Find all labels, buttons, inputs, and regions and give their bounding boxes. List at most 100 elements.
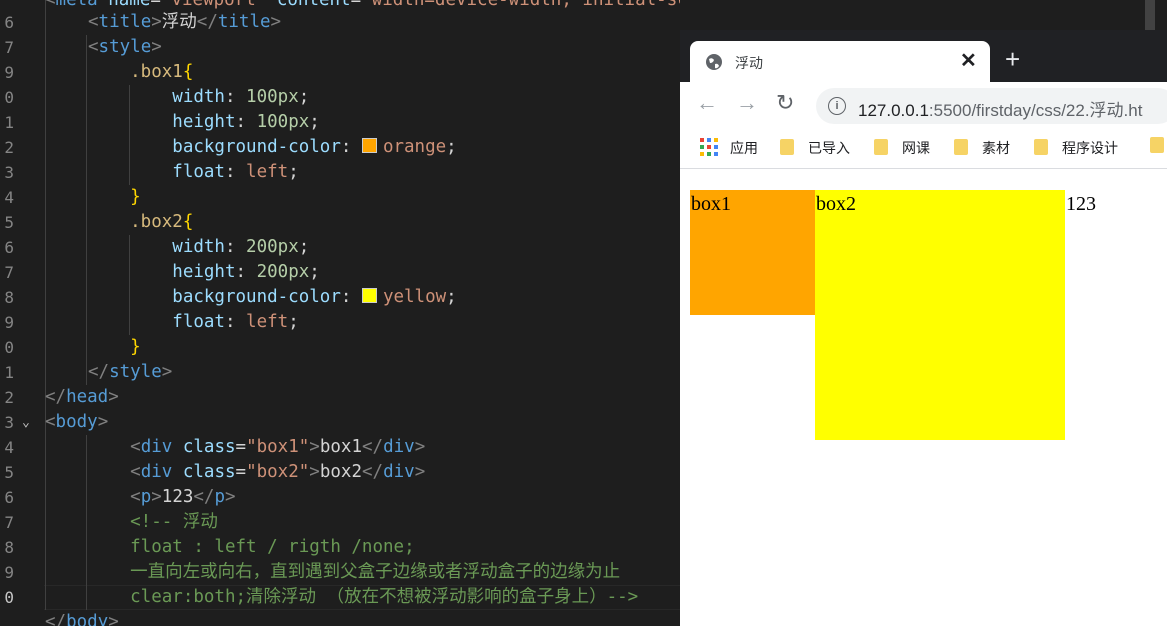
code-line[interactable]: 8 background-color: yellow; (0, 285, 680, 310)
code-text: height: 200px; (88, 260, 320, 285)
code-line[interactable]: 2 </head> (0, 385, 680, 410)
code-token: div (140, 437, 183, 457)
url-path: :5500/firstday/css/22.浮动.ht (928, 101, 1143, 120)
code-line[interactable]: 6 width: 200px; (0, 235, 680, 260)
code-line[interactable]: 9 .box1{ (0, 60, 680, 85)
code-token: p (140, 487, 152, 507)
line-number: 7 (4, 38, 14, 57)
code-token: </ (45, 612, 67, 626)
code-token: > (414, 462, 426, 482)
code-token: : (224, 87, 247, 107)
reload-icon[interactable]: ↻ (776, 90, 794, 116)
close-tab-icon[interactable]: ✕ (960, 48, 977, 73)
code-line[interactable]: 0 clear:both;清除浮动 （放在不想被浮动影响的盒子身上）--> (0, 585, 680, 610)
code-line[interactable]: 0 } (0, 335, 680, 360)
folder-icon (954, 139, 968, 156)
line-number: 8 (4, 538, 14, 557)
code-token: = (350, 0, 362, 10)
new-tab-button[interactable]: + (1005, 46, 1020, 72)
code-token: 浮动 (161, 12, 197, 32)
bookmark-folder-courses[interactable]: 网课 (874, 138, 930, 158)
tab-title: 浮动 (735, 55, 763, 71)
code-editor[interactable]: <meta name="viewport" content="width=dev… (0, 0, 680, 626)
code-token: > (309, 462, 320, 482)
code-token: > (108, 612, 119, 626)
code-token: left (246, 312, 289, 332)
box2-yellow: box2 (815, 190, 1065, 440)
code-token: head (66, 387, 109, 407)
code-token: p (214, 487, 226, 507)
code-line[interactable]: 4 <div class="box1">box1</div> (0, 435, 680, 460)
code-line[interactable]: </body> (0, 610, 680, 626)
code-line[interactable]: 7 height: 200px; (0, 260, 680, 285)
code-line[interactable]: 7 <style> (0, 35, 680, 60)
bookmark-apps[interactable]: 应用 (700, 138, 758, 158)
code-token: { (182, 62, 194, 82)
url-text[interactable]: 127.0.0.1:5500/firstday/css/22.浮动.ht (858, 96, 1142, 121)
info-icon[interactable]: i (828, 97, 846, 115)
code-line[interactable]: 6 <title>浮动</title> (0, 10, 680, 35)
code-token: ; (298, 237, 310, 257)
line-number: 5 (4, 213, 14, 232)
back-arrow-icon[interactable]: ← (696, 90, 718, 116)
code-token: left (246, 162, 289, 182)
bookmark-label: 应用 (730, 140, 758, 156)
code-line[interactable]: 5 <div class="box2">box2</div> (0, 460, 680, 485)
code-token: float (88, 312, 225, 332)
fold-chevron-icon[interactable]: ⌄ (22, 410, 30, 435)
color-swatch-icon[interactable] (361, 287, 377, 303)
code-line[interactable]: 0 width: 100px; (0, 85, 680, 110)
code-line[interactable]: 1 height: 100px; (0, 110, 680, 135)
code-line[interactable]: 4 } (0, 185, 680, 210)
code-token: height (88, 112, 236, 132)
bookmarks-bar: 应用 已导入 网课 素材 程序设计 (680, 130, 1167, 169)
code-line[interactable]: 2 background-color: orange; (0, 135, 680, 160)
code-token: > (414, 437, 426, 457)
code-line[interactable]: 9 float: left; (0, 310, 680, 335)
code-token: > (151, 487, 162, 507)
code-token: < (88, 12, 99, 32)
code-token: > (108, 387, 119, 407)
code-line[interactable]: 6 <p>123</p> (0, 485, 680, 510)
code-token: : (235, 112, 257, 132)
code-line[interactable]: 1 </style> (0, 360, 680, 385)
code-line[interactable]: 7 <!-- 浮动 (0, 510, 680, 535)
code-line[interactable]: 3 float: left; (0, 160, 680, 185)
folder-icon (780, 139, 794, 156)
folder-icon (1150, 137, 1164, 154)
code-token: : (235, 262, 257, 282)
bookmark-label: 素材 (982, 140, 1010, 156)
code-token: </ (362, 462, 384, 482)
code-line[interactable]: 5 .box2{ (0, 210, 680, 235)
editor-scrollbar[interactable] (1145, 0, 1155, 32)
code-token: ; (288, 312, 299, 332)
bookmark-folder-overflow[interactable] (1150, 137, 1167, 158)
code-line[interactable]: 3 ⌄ <body> (0, 410, 680, 435)
line-number: 9 (4, 313, 14, 332)
bookmark-folder-imported[interactable]: 已导入 (780, 138, 850, 158)
code-line[interactable]: 8 float : left / rigth /none; (0, 535, 680, 560)
folder-icon (874, 139, 888, 156)
code-text: <title>浮动</title> (88, 10, 281, 35)
code-token: ; (309, 112, 320, 132)
line-number: 9 (4, 563, 14, 582)
code-token: style (98, 37, 152, 57)
folder-icon (1034, 139, 1048, 156)
bookmark-label: 网课 (902, 140, 930, 156)
code-token: > (161, 362, 173, 382)
bookmark-folder-programming[interactable]: 程序设计 (1034, 138, 1118, 158)
code-token: height (88, 262, 236, 282)
color-swatch-icon[interactable] (361, 137, 377, 153)
bookmark-folder-materials[interactable]: 素材 (954, 138, 1010, 158)
code-token: { (182, 212, 194, 232)
browser-tab[interactable]: 浮动 ✕ (690, 41, 990, 82)
code-token: } (88, 187, 141, 207)
code-line[interactable]: 9 一直向左或向右，直到遇到父盒子边缘或者浮动盒子的边缘为止 (0, 560, 680, 585)
code-token: class (182, 437, 236, 457)
code-token: > (151, 37, 162, 57)
code-token: = (150, 0, 161, 10)
forward-arrow-icon[interactable]: → (736, 90, 758, 116)
address-bar[interactable]: i 127.0.0.1:5500/firstday/css/22.浮动.ht (816, 88, 1167, 124)
code-token: 123 (161, 487, 194, 507)
code-text: background-color: yellow; (88, 285, 456, 310)
